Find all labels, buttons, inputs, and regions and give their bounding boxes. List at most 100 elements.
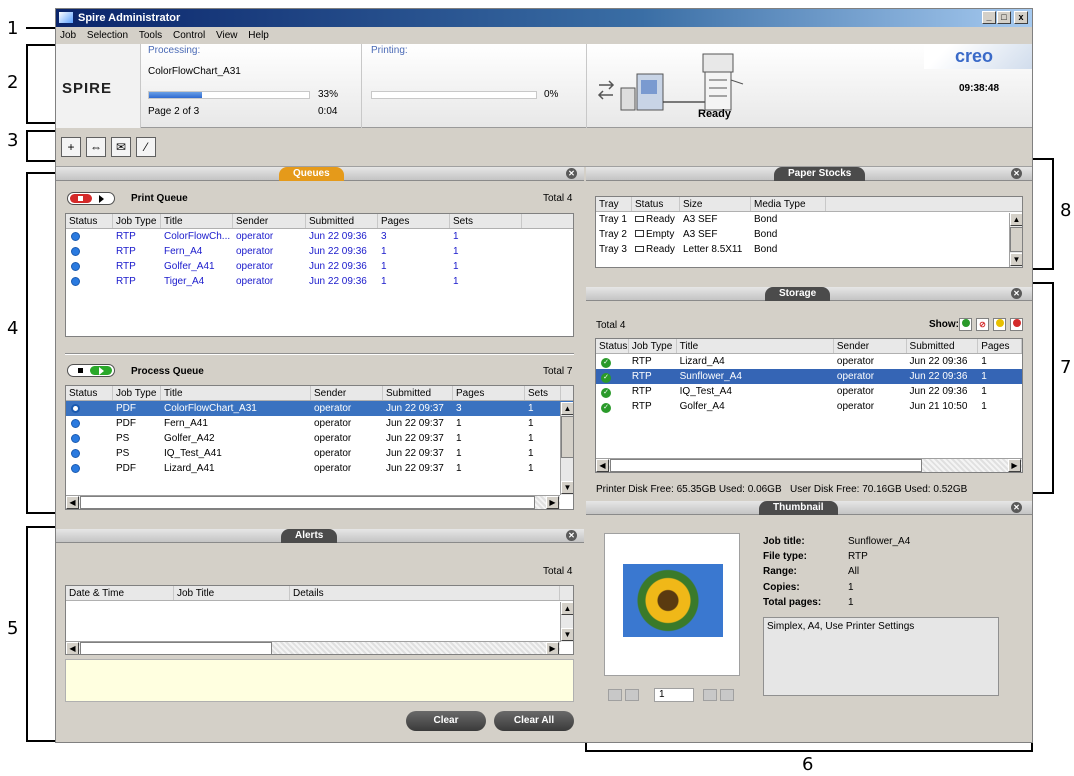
col-sets[interactable]: Sets <box>525 386 561 400</box>
scroll-left-icon[interactable]: ◀ <box>596 459 609 472</box>
scroll-up-icon[interactable]: ▲ <box>561 402 573 415</box>
last-page-icon[interactable] <box>720 689 734 701</box>
minimize-button[interactable]: _ <box>982 11 996 24</box>
menu-job[interactable]: Job <box>60 30 76 41</box>
horizontal-scrollbar[interactable]: ◀ ▶ <box>596 458 1022 472</box>
horizontal-scrollbar[interactable]: ◀ ▶ <box>66 495 560 509</box>
col-tray[interactable]: Tray <box>596 197 632 211</box>
table-row[interactable]: ✓ RTP Golfer_A4 operator Jun 21 10:50 1 <box>596 399 1022 414</box>
table-row[interactable]: RTP Fern_A4 operator Jun 22 09:36 1 1 <box>66 244 573 259</box>
scroll-down-icon[interactable]: ▼ <box>561 628 573 641</box>
col-sender[interactable]: Sender <box>834 339 907 353</box>
paper-stocks-tab[interactable]: Paper Stocks <box>774 167 866 181</box>
col-submitted[interactable]: Submitted <box>383 386 453 400</box>
table-row[interactable]: RTP ColorFlowCh... operator Jun 22 09:36… <box>66 229 573 244</box>
col-status[interactable]: Status <box>596 339 629 353</box>
table-row[interactable]: PS Golfer_A42 operator Jun 22 09:37 1 1 <box>66 431 573 446</box>
menu-help[interactable]: Help <box>248 30 269 41</box>
scroll-up-icon[interactable]: ▲ <box>561 602 573 615</box>
col-job-title[interactable]: Job Title <box>174 586 290 600</box>
scroll-thumb[interactable] <box>610 459 922 472</box>
menu-selection[interactable]: Selection <box>87 30 128 41</box>
table-row[interactable]: RTP Tiger_A4 operator Jun 22 09:36 1 1 <box>66 274 573 289</box>
vertical-scrollbar[interactable]: ▲ ▼ <box>560 602 573 642</box>
scroll-down-icon[interactable]: ▼ <box>1010 253 1022 266</box>
col-title[interactable]: Title <box>677 339 834 353</box>
clear-button[interactable]: Clear <box>406 711 486 731</box>
scroll-thumb[interactable] <box>80 496 535 509</box>
vertical-scrollbar[interactable]: ▲ ▼ <box>560 402 573 495</box>
message-icon[interactable]: ✉ <box>111 137 131 157</box>
table-row-selected[interactable]: ✓ RTP Sunflower_A4 operator Jun 22 09:36… <box>596 369 1022 384</box>
scroll-thumb[interactable] <box>80 642 272 654</box>
col-submitted[interactable]: Submitted <box>907 339 979 353</box>
virtual-printer-icon[interactable]: ⇔ <box>86 137 106 157</box>
scroll-right-icon[interactable]: ▶ <box>546 642 559 654</box>
col-job-type[interactable]: Job Type <box>113 386 161 400</box>
show-completed-icon[interactable] <box>959 318 972 331</box>
table-row[interactable]: ✓ RTP IQ_Test_A4 operator Jun 22 09:36 1 <box>596 384 1022 399</box>
col-size[interactable]: Size <box>680 197 751 211</box>
scroll-down-icon[interactable]: ▼ <box>561 481 573 494</box>
menu-tools[interactable]: Tools <box>139 30 162 41</box>
thumbnail-tab[interactable]: Thumbnail <box>759 501 838 515</box>
first-page-icon[interactable] <box>608 689 622 701</box>
table-row[interactable]: PDF Lizard_A41 operator Jun 22 09:37 1 1 <box>66 461 573 476</box>
close-panel-icon[interactable]: ✕ <box>1011 502 1022 513</box>
col-sender[interactable]: Sender <box>311 386 383 400</box>
sunflower-thumbnail[interactable] <box>623 564 723 637</box>
col-submitted[interactable]: Submitted <box>306 214 378 228</box>
storage-tab[interactable]: Storage <box>765 287 831 301</box>
scroll-thumb[interactable] <box>561 416 573 458</box>
close-panel-icon[interactable]: ✕ <box>566 530 577 541</box>
menu-control[interactable]: Control <box>173 30 205 41</box>
close-window-button[interactable]: x <box>1014 11 1028 24</box>
col-status[interactable]: Status <box>66 214 113 228</box>
clear-all-button[interactable]: Clear All <box>494 711 574 731</box>
scroll-right-icon[interactable]: ▶ <box>546 496 559 509</box>
table-row[interactable]: RTP Golfer_A41 operator Jun 22 09:36 1 1 <box>66 259 573 274</box>
close-panel-icon[interactable]: ✕ <box>1011 288 1022 299</box>
previous-page-icon[interactable] <box>625 689 639 701</box>
col-sets[interactable]: Sets <box>450 214 522 228</box>
menu-view[interactable]: View <box>216 30 238 41</box>
next-page-icon[interactable] <box>703 689 717 701</box>
col-title[interactable]: Title <box>161 386 311 400</box>
col-job-type[interactable]: Job Type <box>113 214 161 228</box>
scroll-left-icon[interactable]: ◀ <box>66 642 79 654</box>
close-panel-icon[interactable]: ✕ <box>566 168 577 179</box>
show-failed-icon[interactable] <box>1010 318 1023 331</box>
scroll-thumb[interactable] <box>1010 227 1022 252</box>
table-row-selected[interactable]: PDF ColorFlowChart_A31 operator Jun 22 0… <box>66 401 573 416</box>
col-pages[interactable]: Pages <box>453 386 525 400</box>
col-status[interactable]: Status <box>66 386 113 400</box>
scroll-up-icon[interactable]: ▲ <box>1010 213 1022 226</box>
table-row[interactable]: Tray 3 Ready Letter 8.5X11 Bond <box>596 242 1022 257</box>
import-job-icon[interactable]: + <box>61 137 81 157</box>
show-held-icon[interactable] <box>993 318 1006 331</box>
col-sender[interactable]: Sender <box>233 214 306 228</box>
process-queue-toggle[interactable] <box>67 364 115 377</box>
col-pages[interactable]: Pages <box>378 214 450 228</box>
table-row[interactable]: ✓ RTP Lizard_A4 operator Jun 22 09:36 1 <box>596 354 1022 369</box>
col-details[interactable]: Details <box>290 586 560 600</box>
calibration-icon[interactable]: ⁄ <box>136 137 156 157</box>
col-status[interactable]: Status <box>632 197 680 211</box>
table-row[interactable]: PDF Fern_A41 operator Jun 22 09:37 1 1 <box>66 416 573 431</box>
col-date-time[interactable]: Date & Time <box>66 586 174 600</box>
queues-tab[interactable]: Queues <box>279 167 344 181</box>
scroll-left-icon[interactable]: ◀ <box>66 496 79 509</box>
col-title[interactable]: Title <box>161 214 233 228</box>
scroll-right-icon[interactable]: ▶ <box>1008 459 1021 472</box>
queue-splitter[interactable] <box>65 353 574 355</box>
horizontal-scrollbar[interactable]: ◀ ▶ <box>66 641 560 654</box>
maximize-button[interactable]: □ <box>997 11 1011 24</box>
col-pages[interactable]: Pages <box>978 339 1022 353</box>
col-media-type[interactable]: Media Type <box>751 197 826 211</box>
close-panel-icon[interactable]: ✕ <box>1011 168 1022 179</box>
table-row[interactable]: Tray 2 Empty A3 SEF Bond <box>596 227 1022 242</box>
page-number-input[interactable]: 1 <box>654 688 694 702</box>
vertical-scrollbar[interactable]: ▲ ▼ <box>1009 213 1022 267</box>
print-queue-toggle[interactable] <box>67 192 115 205</box>
table-row[interactable]: PS IQ_Test_A41 operator Jun 22 09:37 1 1 <box>66 446 573 461</box>
